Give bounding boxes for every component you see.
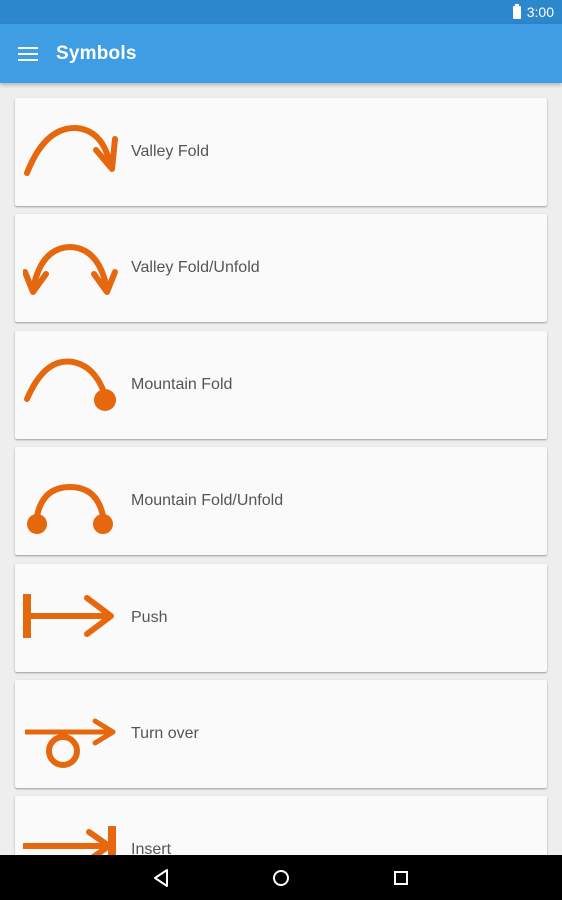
symbol-label: Valley Fold	[131, 143, 209, 160]
status-time: 3:00	[526, 4, 554, 20]
valley-fold-icon	[24, 124, 118, 176]
battery-icon	[512, 3, 521, 19]
symbol-label: Valley Fold/Unfold	[131, 259, 260, 276]
system-nav-bar	[0, 855, 562, 900]
mountain-fold-unfold-icon	[27, 483, 113, 534]
status-bar: 3:00	[0, 0, 562, 24]
insert-icon	[23, 826, 116, 855]
symbol-card-mountain-fold[interactable]: Mountain Fold	[15, 331, 547, 439]
symbol-label: Mountain Fold/Unfold	[131, 492, 284, 509]
symbol-list[interactable]: Valley Fold Valley Fold/Unfold Mountain …	[0, 83, 562, 855]
home-icon[interactable]	[251, 855, 311, 900]
symbol-card-mountain-fold-unfold[interactable]: Mountain Fold/Unfold	[15, 447, 547, 555]
app-bar: Symbols	[0, 24, 562, 83]
symbol-label: Turn over	[131, 725, 199, 742]
status-indicators: 3:00	[512, 0, 554, 24]
valley-fold-unfold-icon	[23, 243, 118, 295]
push-icon	[23, 594, 114, 638]
mountain-fold-icon	[24, 358, 116, 411]
symbol-card-valley-fold-unfold[interactable]: Valley Fold/Unfold	[15, 214, 547, 322]
symbol-card-turn-over[interactable]: Turn over	[15, 680, 547, 788]
recents-icon[interactable]	[371, 855, 431, 900]
symbol-card-insert[interactable]: Insert	[15, 796, 547, 855]
symbol-label: Mountain Fold	[131, 376, 233, 393]
page-title: Symbols	[56, 42, 137, 64]
symbol-label: Insert	[131, 841, 172, 855]
symbol-card-push[interactable]: Push	[15, 564, 547, 672]
symbol-label: Push	[131, 609, 168, 626]
turn-over-icon	[25, 718, 116, 768]
symbol-card-valley-fold[interactable]: Valley Fold	[15, 98, 547, 206]
back-icon[interactable]	[131, 855, 191, 900]
hamburger-menu-icon[interactable]	[0, 24, 56, 83]
